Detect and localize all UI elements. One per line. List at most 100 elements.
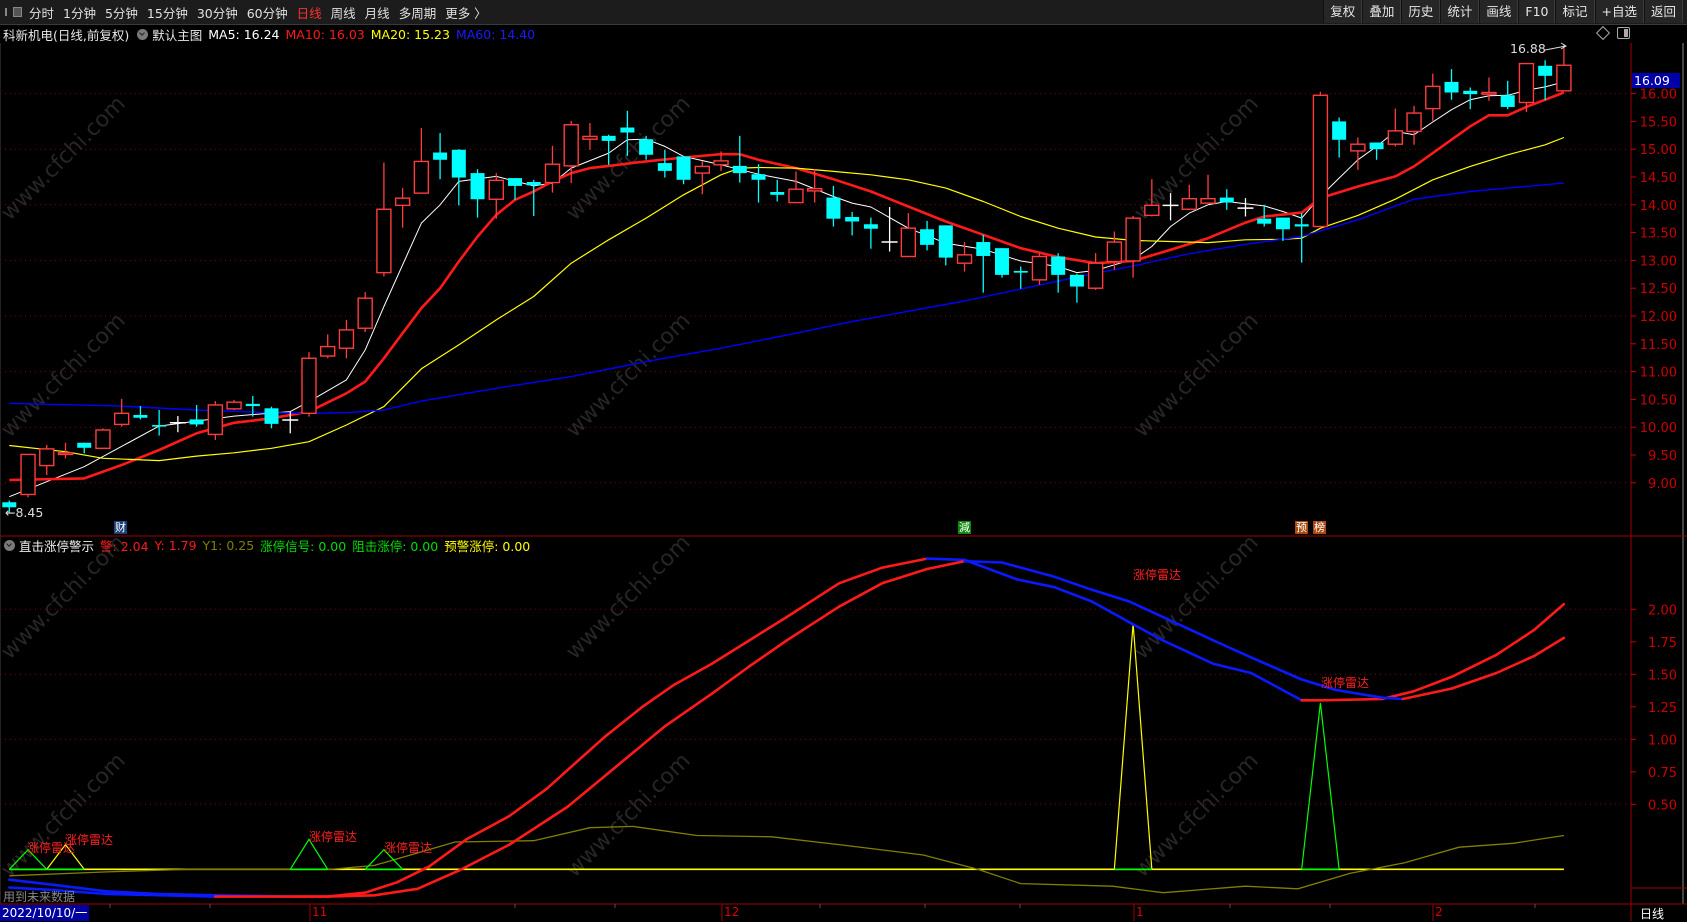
- y-tick-label: 16.00: [1640, 88, 1677, 103]
- candle-down: [845, 217, 860, 222]
- indicator-line-y-segment: [1532, 636, 1566, 658]
- candle-down: [770, 192, 785, 195]
- indicator-line-jing-segment: [1319, 697, 1384, 702]
- y-tick-label: 11.50: [1640, 338, 1677, 353]
- indicator-line-y-segment: [326, 893, 376, 898]
- indicator-y1-line: [9, 825, 1564, 894]
- candle-up: [900, 227, 917, 258]
- candle-up: [1106, 241, 1123, 263]
- candle-down: [1069, 274, 1084, 287]
- event-marker-forecast[interactable]: 预: [1295, 521, 1308, 534]
- candle-down: [1257, 218, 1272, 224]
- candle-down: [994, 248, 1009, 275]
- candle-up: [226, 401, 242, 410]
- indicator-line-y-segment: [416, 869, 461, 891]
- month-label: 2: [1435, 905, 1443, 919]
- indicator-line-y-segment: [1161, 615, 1215, 642]
- candle-up: [1200, 197, 1216, 204]
- event-marker-reduce[interactable]: 減: [958, 521, 971, 534]
- indicator-line-jing-segment: [1532, 602, 1566, 632]
- last-price-tag: 16.09: [1632, 73, 1680, 88]
- candle-up: [320, 345, 336, 357]
- indicator-line-jing-segment: [710, 639, 751, 666]
- candle-down: [133, 414, 148, 418]
- indicator-y-tick-label: 1.25: [1648, 701, 1677, 716]
- candle-down: [1463, 90, 1478, 95]
- indicator-line-y-segment: [1380, 696, 1405, 701]
- candle-up: [582, 135, 598, 140]
- candle-up: [1481, 91, 1497, 95]
- indicator-line-jing-segment: [880, 557, 929, 570]
- indicator-title[interactable]: 直击涨停警示: [19, 536, 94, 555]
- candle-down: [639, 139, 654, 155]
- indicator-line-y-segment: [1334, 688, 1384, 700]
- indicator-line-y-segment: [373, 887, 419, 897]
- candle-down: [1444, 81, 1459, 93]
- indicator-line-jing-segment: [465, 814, 511, 841]
- candle-up: [20, 453, 36, 496]
- indicator-y-tick-label: 1.75: [1648, 636, 1677, 651]
- indicator-jing-value: 警: 2.04: [100, 538, 149, 554]
- candle-down: [676, 156, 691, 180]
- indicator-dropdown-icon[interactable]: [4, 539, 15, 551]
- candle-up: [1406, 112, 1422, 133]
- high-arrow-icon: [1544, 42, 1567, 51]
- indicator-line-jing-segment: [508, 787, 549, 818]
- candle-down: [751, 174, 766, 180]
- indicator-line-y-segment: [1450, 671, 1498, 690]
- candle-down: [863, 224, 878, 229]
- candle-down: [1294, 224, 1309, 227]
- candle-down: [1332, 121, 1347, 140]
- indicator-line-jing-segment: [747, 615, 788, 642]
- chart-canvas[interactable]: 16.00 15.50 15.00 14.50 14.00 13.50 13.00 12.50…: [0, 0, 1687, 921]
- radar-label: 涨停雷达: [1133, 568, 1182, 582]
- candle-up: [413, 160, 430, 194]
- y-tick-label: 10.00: [1640, 421, 1677, 436]
- radar-label: 涨停雷达: [384, 841, 433, 855]
- candle-down: [508, 178, 523, 186]
- candle-up: [1387, 130, 1404, 145]
- indicator-line-jing-segment: [1495, 628, 1536, 657]
- indicator-line-jing-segment: [603, 705, 644, 739]
- candle-up: [207, 404, 224, 436]
- indicator-line-jing-segment: [1090, 600, 1131, 624]
- candle-up: [1556, 64, 1572, 92]
- indicator-line-y-segment: [1128, 600, 1165, 619]
- candle-up: [1425, 85, 1441, 110]
- y-tick-label: 9.00: [1648, 477, 1677, 492]
- indicator-y-value: Y: 1.79: [154, 537, 197, 553]
- indicator-line-y-segment: [457, 843, 511, 872]
- y-tick-label: 13.00: [1640, 254, 1677, 269]
- ma-line-ma60: [9, 182, 1564, 414]
- candle-down: [976, 242, 991, 256]
- indicator-line-y-segment: [663, 692, 713, 728]
- month-label: 11: [312, 905, 328, 919]
- month-label: 12: [724, 905, 740, 919]
- indicator-line-jing-segment: [641, 683, 676, 709]
- indicator-block-value: 阻击涨停: 0.00: [352, 538, 439, 554]
- candle-down: [245, 403, 260, 407]
- period-indicator[interactable]: 日线: [1640, 905, 1664, 922]
- candle-down: [732, 165, 747, 174]
- indicator-y1-value: Y1: 0.25: [202, 537, 255, 553]
- candle-down: [601, 135, 616, 141]
- candle-up: [713, 160, 729, 166]
- candle-up: [806, 187, 823, 192]
- event-marker-finance[interactable]: 财: [114, 521, 127, 534]
- indicator-spike-warn: [1113, 623, 1153, 870]
- ma-line-ma5: [9, 81, 1565, 498]
- candle-down: [620, 127, 635, 133]
- y-tick-label: 13.50: [1640, 227, 1677, 242]
- indicator-line-jing-segment: [1212, 662, 1253, 675]
- candle-up: [1350, 143, 1366, 152]
- event-marker-ranking[interactable]: 榜: [1313, 521, 1326, 534]
- cursor-date: 2022/10/10/一: [0, 905, 90, 921]
- candle-up: [694, 165, 711, 174]
- candle-down: [77, 442, 92, 448]
- candle-down: [657, 163, 672, 171]
- indicator-line-jing-segment: [672, 662, 713, 687]
- candle-down: [938, 225, 953, 258]
- candle-down: [920, 229, 935, 245]
- high-price-marker: 16.88: [1510, 41, 1546, 56]
- indicator-y-tick-label: 1.50: [1648, 668, 1677, 683]
